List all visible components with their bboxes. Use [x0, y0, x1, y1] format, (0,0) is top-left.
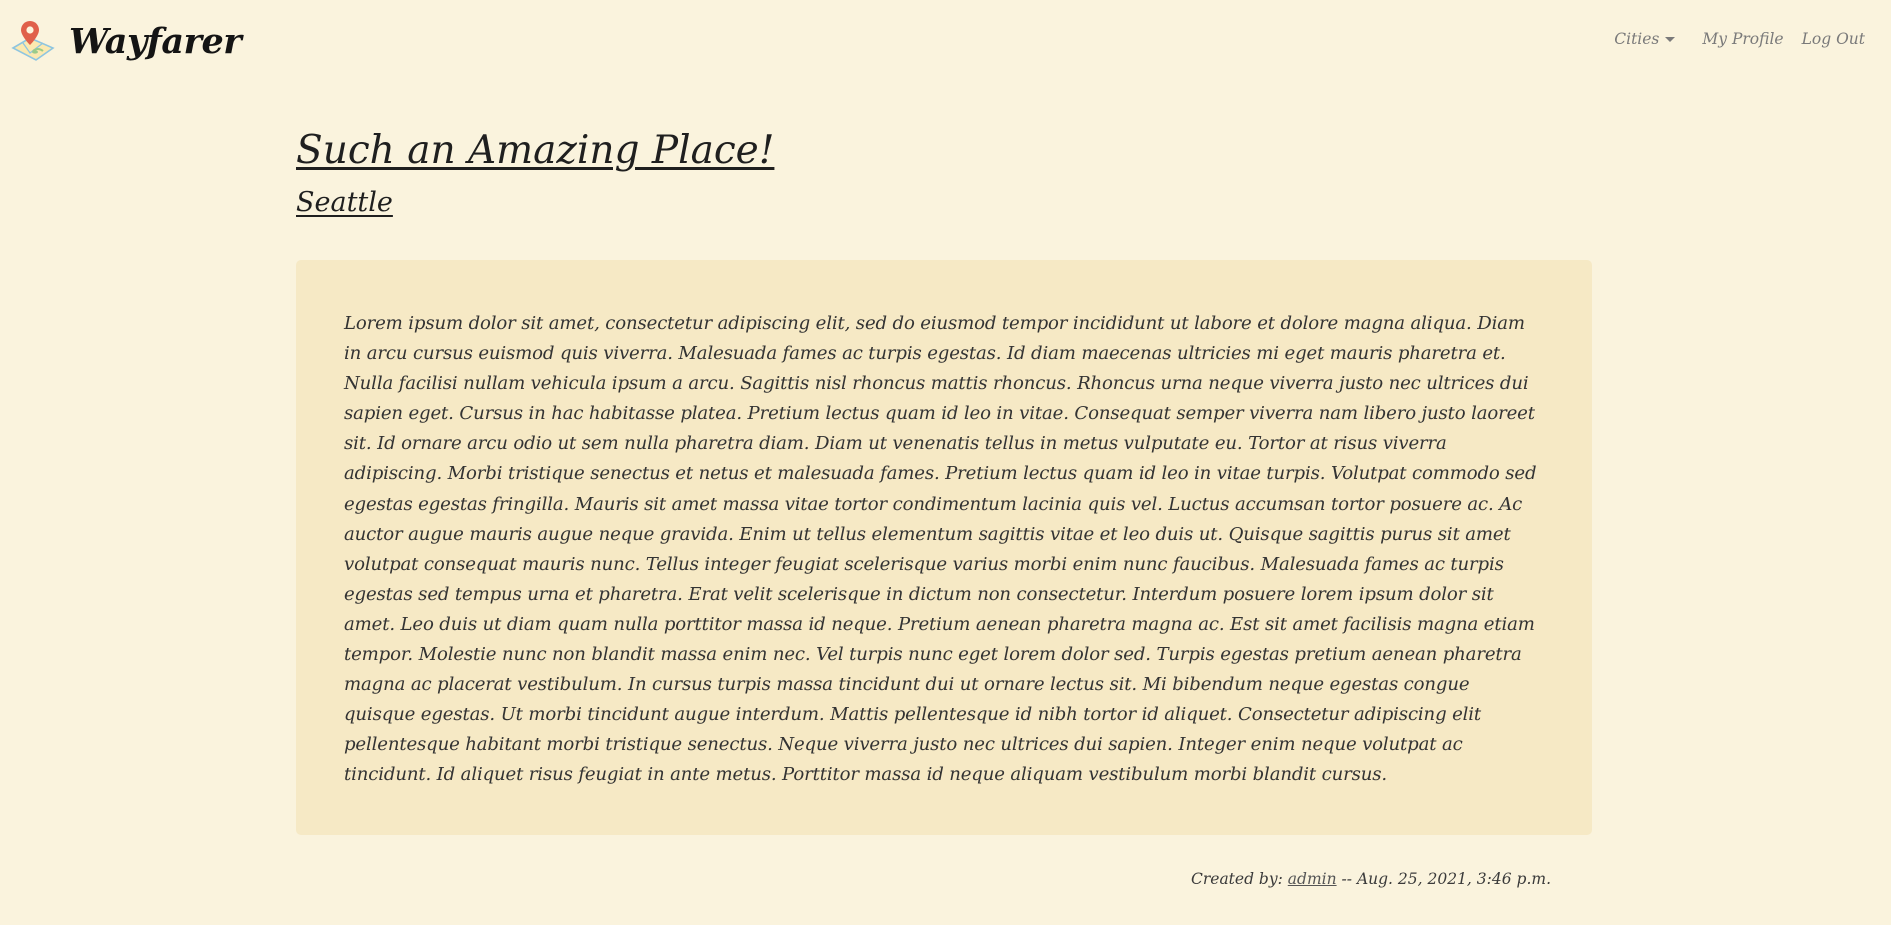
log-out-link[interactable]: Log Out [1802, 30, 1865, 48]
post-body-text: Lorem ipsum dolor sit amet, consectetur … [344, 313, 1537, 786]
created-by-label: Created by: [1191, 870, 1283, 888]
post-title: Such an Amazing Place! [296, 128, 775, 173]
cities-dropdown-label[interactable]: Cities [1614, 30, 1659, 48]
post-timestamp: Aug. 25, 2021, 3:46 p.m. [1356, 870, 1551, 888]
navbar: Wayfarer Cities My Profile Log Out [0, 0, 1891, 80]
city-link[interactable]: Seattle [296, 187, 393, 218]
caret-down-icon[interactable] [1665, 37, 1676, 42]
nav-links: Cities My Profile Log Out [1614, 30, 1865, 48]
post-meta: Created by: admin -- Aug. 25, 2021, 3:46… [1191, 870, 1551, 888]
my-profile-link[interactable]: My Profile [1702, 30, 1783, 48]
map-pin-logo-icon [11, 21, 55, 61]
brand-name: Wayfarer [69, 20, 242, 62]
author-link[interactable]: admin [1288, 870, 1337, 888]
cities-dropdown[interactable]: Cities [1614, 30, 1676, 48]
meta-separator: -- [1341, 870, 1353, 888]
brand-link[interactable]: Wayfarer [10, 18, 242, 64]
post-body-card: Lorem ipsum dolor sit amet, consectetur … [296, 260, 1592, 835]
